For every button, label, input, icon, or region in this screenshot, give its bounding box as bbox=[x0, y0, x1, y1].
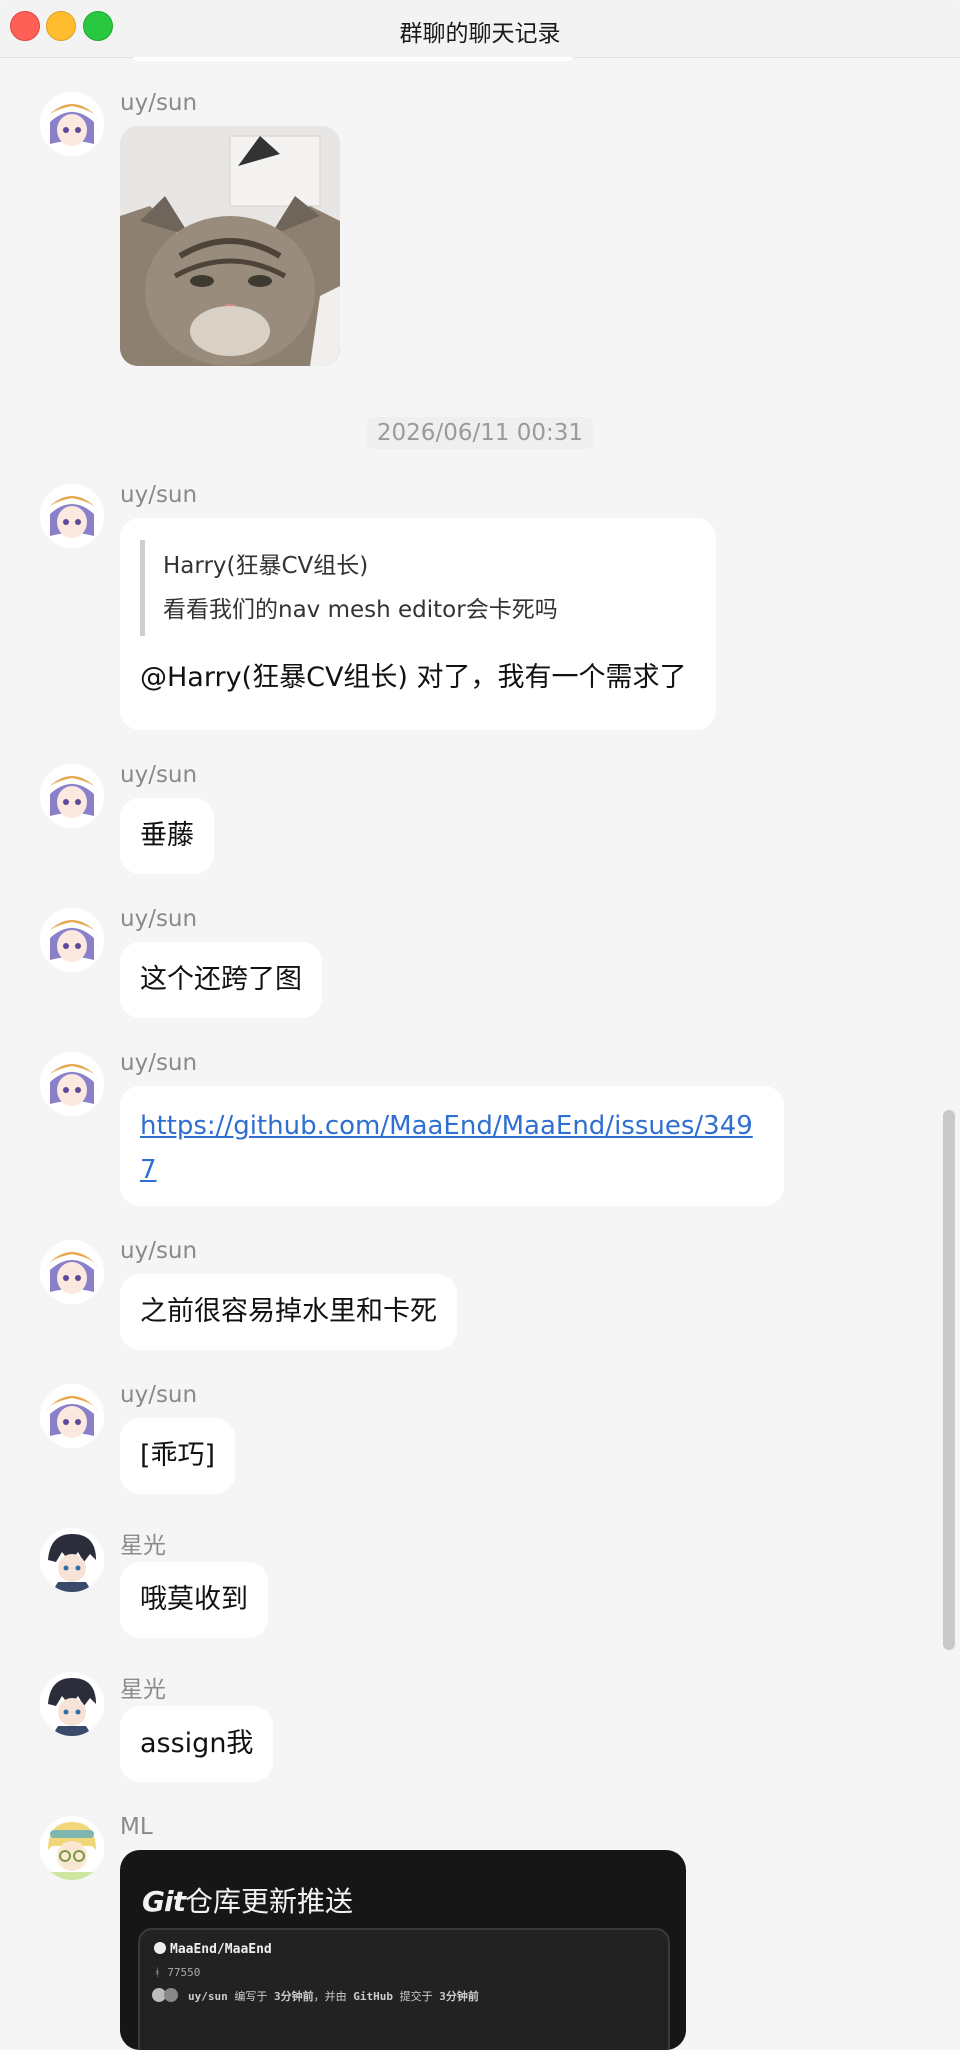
github-icon bbox=[154, 1942, 166, 1954]
repo-stars: ᚼ 77550 bbox=[154, 1966, 201, 1979]
message-bubble[interactable]: assign我 bbox=[120, 1706, 274, 1782]
card-title-brand: Git bbox=[142, 1885, 186, 1918]
message-text: 这个还跨了图 bbox=[140, 964, 302, 995]
sender-name: uy/sun bbox=[120, 482, 198, 508]
message-bubble[interactable]: 这个还跨了图 bbox=[120, 942, 322, 1018]
message-bubble[interactable]: 之前很容易掉水里和卡死 bbox=[120, 1274, 457, 1350]
commit-time: 3分钟前 bbox=[274, 1990, 314, 2003]
message-text: 之前很容易掉水里和卡死 bbox=[140, 1296, 437, 1327]
avatar-uysun[interactable] bbox=[40, 1384, 104, 1448]
avatar-xingguang[interactable] bbox=[40, 1528, 104, 1592]
message-text: assign我 bbox=[140, 1728, 254, 1759]
sender-name: uy/sun bbox=[120, 1238, 198, 1264]
card-title-text: 仓库更新推送 bbox=[184, 1885, 353, 1918]
message-bubble[interactable]: [乖巧] bbox=[120, 1418, 236, 1494]
sender-name: 星光 bbox=[120, 1533, 166, 1559]
repo-name: MaaEnd/MaaEnd bbox=[154, 1942, 272, 1957]
message-text: [乖巧] bbox=[140, 1440, 216, 1471]
title-bar: 群聊的聊天记录 bbox=[0, 0, 960, 58]
timestamp-divider: 2026/06/11 00:31 bbox=[0, 417, 960, 449]
sender-name: uy/sun bbox=[120, 90, 198, 116]
avatar-uysun[interactable] bbox=[40, 1052, 104, 1116]
message-text: 哦莫收到 bbox=[140, 1584, 248, 1615]
message-text: @Harry(狂暴CV组长) 对了，我有一个需求了 bbox=[140, 662, 687, 693]
avatar-uysun[interactable] bbox=[40, 1240, 104, 1304]
commit-text: 提交于 bbox=[399, 1990, 433, 2003]
previous-message-edge bbox=[133, 57, 573, 61]
repo-name-text: MaaEnd/MaaEnd bbox=[170, 1942, 272, 1957]
avatar-uysun[interactable] bbox=[40, 484, 104, 548]
sender-name: uy/sun bbox=[120, 762, 198, 788]
window-title: 群聊的聊天记录 bbox=[399, 21, 561, 47]
message-bubble-link[interactable]: https://github.com/MaaEnd/MaaEnd/issues/… bbox=[120, 1086, 784, 1206]
quote-author: Harry(狂暴CV组长) bbox=[163, 553, 369, 579]
commit-time: 3分钟前 bbox=[439, 1990, 479, 2003]
message-text: 垂藤 bbox=[140, 820, 194, 851]
committer-mini-avatar bbox=[164, 1988, 178, 2002]
commit-info: uy/sun 编写于 3分钟前，并由 GitHub 提交于 3分钟前 bbox=[188, 1988, 479, 2004]
message-bubble-quote[interactable]: Harry(狂暴CV组长) 看看我们的nav mesh editor会卡死吗 @… bbox=[120, 518, 716, 730]
avatar-uysun[interactable] bbox=[40, 908, 104, 972]
commit-text: 编写于 bbox=[234, 1990, 268, 2003]
avatar-uysun[interactable] bbox=[40, 92, 104, 156]
quoted-message[interactable]: Harry(狂暴CV组长) 看看我们的nav mesh editor会卡死吗 bbox=[140, 540, 696, 636]
commit-user: uy/sun bbox=[188, 1990, 228, 2003]
timestamp-text: 2026/06/11 00:31 bbox=[366, 417, 594, 449]
card-title: Git仓库更新推送 bbox=[142, 1880, 353, 1920]
commit-text: ，并由 bbox=[313, 1990, 347, 2003]
scrollbar-thumb[interactable] bbox=[943, 1110, 955, 1650]
avatar-ml[interactable] bbox=[40, 1816, 104, 1880]
message-bubble[interactable]: 哦莫收到 bbox=[120, 1562, 268, 1638]
sender-name: uy/sun bbox=[120, 906, 198, 932]
commit-platform: GitHub bbox=[353, 1990, 393, 2003]
quote-text: 看看我们的nav mesh editor会卡死吗 bbox=[163, 597, 558, 623]
sender-name: ML bbox=[120, 1814, 153, 1840]
git-update-card[interactable]: Git仓库更新推送 MaaEnd/MaaEnd ᚼ 77550 uy/sun 编… bbox=[120, 1850, 686, 2050]
message-bubble[interactable]: 垂藤 bbox=[120, 798, 214, 874]
avatar-xingguang[interactable] bbox=[40, 1672, 104, 1736]
github-issue-link[interactable]: https://github.com/MaaEnd/MaaEnd/issues/… bbox=[140, 1111, 753, 1185]
repo-panel[interactable]: MaaEnd/MaaEnd ᚼ 77550 uy/sun 编写于 3分钟前，并由… bbox=[138, 1928, 670, 2050]
sender-name: 星光 bbox=[120, 1677, 166, 1703]
avatar-uysun[interactable] bbox=[40, 764, 104, 828]
image-message-cat[interactable] bbox=[120, 126, 340, 366]
repo-stars-count: 77550 bbox=[167, 1966, 201, 1979]
sender-name: uy/sun bbox=[120, 1050, 198, 1076]
sender-name: uy/sun bbox=[120, 1382, 198, 1408]
